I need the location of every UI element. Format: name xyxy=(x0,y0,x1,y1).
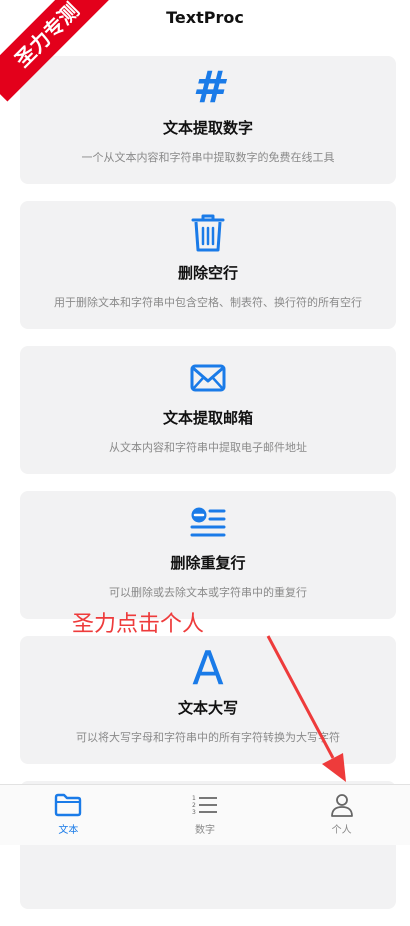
annotation-arrow xyxy=(266,635,346,782)
annotation-text: 圣力点击个人 xyxy=(72,612,205,637)
